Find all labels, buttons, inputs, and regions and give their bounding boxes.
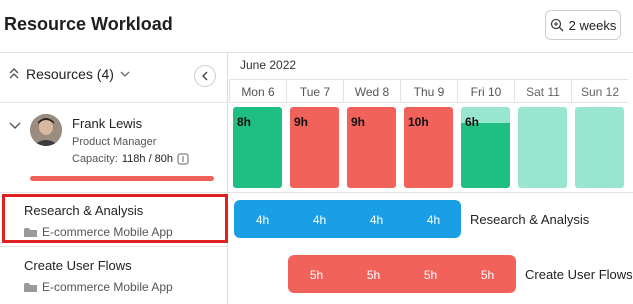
day-header: Thu 9 bbox=[400, 79, 457, 103]
resource-role: Product Manager bbox=[72, 136, 157, 148]
task-bar-hours: 5h bbox=[480, 268, 495, 282]
task-bar-hours: 5h bbox=[309, 268, 324, 282]
collapse-panel-button[interactable] bbox=[194, 65, 216, 87]
task-name: Create User Flows bbox=[24, 258, 132, 273]
day-header: Fri 10 bbox=[457, 79, 514, 103]
task-bar-hours: 5h bbox=[366, 268, 381, 282]
divider bbox=[0, 246, 228, 247]
capacity-info-icon[interactable] bbox=[177, 153, 189, 165]
task-bar-hours: 4h bbox=[426, 213, 441, 227]
day-header: Mon 6 bbox=[229, 79, 286, 103]
workload-cell[interactable] bbox=[518, 107, 567, 188]
task-row[interactable]: Create User Flows E-commerce Mobile App bbox=[24, 258, 173, 294]
workload-cell[interactable]: 9h bbox=[347, 107, 396, 188]
day-header: Sat 11 bbox=[514, 79, 571, 103]
task-bar-hours: 4h bbox=[255, 213, 270, 227]
workload-cell[interactable]: 8h bbox=[233, 107, 282, 188]
day-header: Wed 8 bbox=[343, 79, 400, 103]
resource-name: Frank Lewis bbox=[72, 116, 143, 131]
chevron-down-icon bbox=[120, 71, 130, 77]
avatar bbox=[30, 114, 62, 146]
task-bar-hours: 4h bbox=[312, 213, 327, 227]
capacity-label: Capacity: bbox=[72, 153, 118, 165]
chevron-left-icon bbox=[202, 71, 208, 81]
divider bbox=[0, 102, 228, 103]
task-bar-title: Research & Analysis bbox=[470, 212, 590, 227]
task-project: E-commerce Mobile App bbox=[42, 280, 173, 294]
zoom-icon bbox=[550, 18, 564, 32]
divider bbox=[0, 192, 633, 193]
capacity-value: 118h / 80h bbox=[121, 153, 174, 165]
day-header: Tue 7 bbox=[286, 79, 343, 103]
task-bar-hours: 5h bbox=[423, 268, 438, 282]
zoom-label: 2 weeks bbox=[568, 17, 617, 33]
month-label: June 2022 bbox=[240, 58, 297, 72]
folder-icon bbox=[24, 282, 37, 292]
workload-cell[interactable]: 9h bbox=[290, 107, 339, 188]
resources-label: Resources (4) bbox=[26, 66, 114, 82]
task-bar-title: Create User Flows bbox=[525, 267, 633, 282]
expand-resource-chevron-icon[interactable] bbox=[9, 121, 21, 131]
page-title: Resource Workload bbox=[4, 14, 173, 34]
day-header: Sun 12 bbox=[571, 79, 628, 103]
workload-cell[interactable]: 6h bbox=[461, 107, 510, 188]
resource-capacity: Capacity: 118h / 80h bbox=[72, 153, 189, 165]
workload-cell[interactable]: 10h bbox=[404, 107, 453, 188]
selection-highlight bbox=[2, 194, 228, 243]
capacity-bar bbox=[30, 176, 214, 181]
task-bar-hours: 4h bbox=[369, 213, 384, 227]
workload-cell[interactable] bbox=[575, 107, 624, 188]
double-chevron-up-icon bbox=[9, 68, 19, 79]
resources-toggle[interactable]: Resources (4) bbox=[8, 66, 130, 82]
zoom-range-button[interactable]: 2 weeks bbox=[545, 10, 621, 40]
